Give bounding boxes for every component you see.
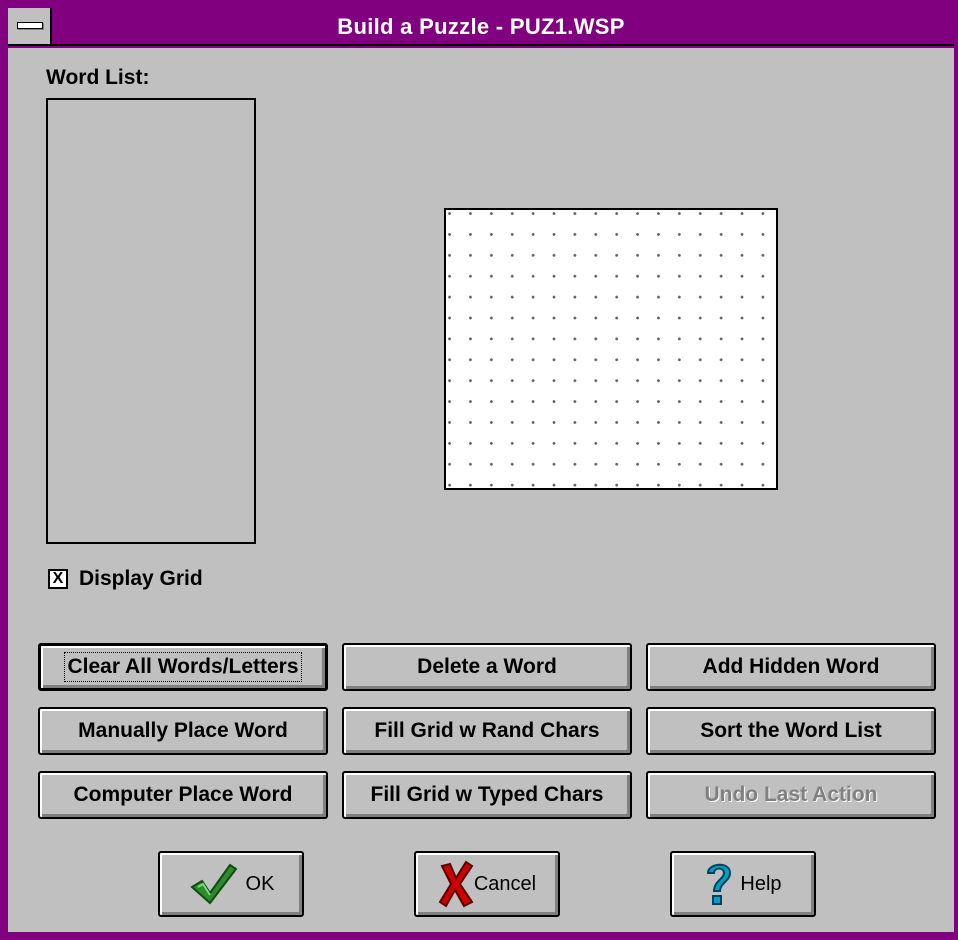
cancel-label: Cancel [473,872,537,895]
word-list-box[interactable] [46,98,256,544]
dialog-window: Build a Puzzle - PUZ1.WSP Word List: X D… [0,0,958,940]
checkmark-icon [188,861,240,907]
fill-grid-rand-chars-label: Fill Grid w Rand Chars [374,719,600,742]
undo-last-action-label: Undo Last Action [704,783,878,806]
add-hidden-word-label: Add Hidden Word [702,655,880,678]
display-grid-label[interactable]: Display Grid [79,567,203,591]
help-label: Help [740,872,782,895]
puzzle-grid[interactable] [444,208,778,490]
question-mark-icon [704,859,734,909]
clear-all-words-button[interactable]: Clear All Words/Letters [38,643,328,691]
delete-word-label: Delete a Word [417,655,557,678]
cancel-button[interactable]: Cancel [414,851,560,917]
ok-label: OK [245,872,275,895]
fill-grid-rand-chars-button[interactable]: Fill Grid w Rand Chars [342,707,632,755]
sort-word-list-button[interactable]: Sort the Word List [646,707,936,755]
title-bar[interactable]: Build a Puzzle - PUZ1.WSP [8,8,954,46]
fill-grid-typed-chars-button[interactable]: Fill Grid w Typed Chars [342,771,632,819]
window-title: Build a Puzzle - PUZ1.WSP [337,14,625,39]
ok-button[interactable]: OK [158,851,304,917]
delete-word-button[interactable]: Delete a Word [342,643,632,691]
manually-place-word-label: Manually Place Word [78,719,288,742]
red-x-icon [438,860,474,908]
word-list-label: Word List: [46,66,150,89]
help-button[interactable]: Help [670,851,816,917]
display-grid-checkbox[interactable]: X [48,569,68,589]
manually-place-word-button[interactable]: Manually Place Word [38,707,328,755]
computer-place-word-button[interactable]: Computer Place Word [38,771,328,819]
undo-last-action-button[interactable]: Undo Last Action [646,771,936,819]
add-hidden-word-button[interactable]: Add Hidden Word [646,643,936,691]
sort-word-list-label: Sort the Word List [700,719,882,742]
fill-grid-typed-chars-label: Fill Grid w Typed Chars [370,783,604,806]
computer-place-word-label: Computer Place Word [73,783,293,806]
clear-all-words-label: Clear All Words/Letters [64,652,302,682]
